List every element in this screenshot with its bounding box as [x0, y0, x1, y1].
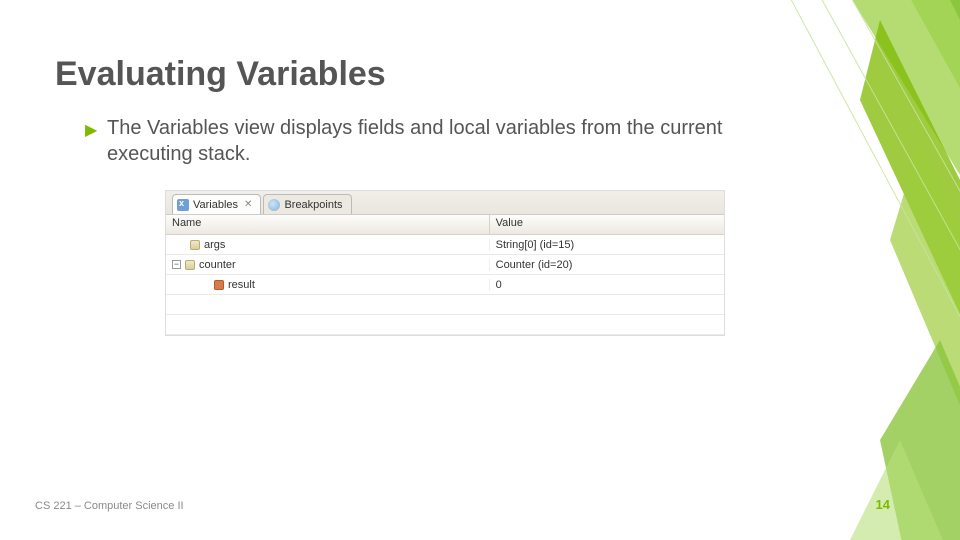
tab-variables[interactable]: Variables ✕	[172, 194, 261, 214]
table-row[interactable]: args String[0] (id=15)	[166, 235, 724, 255]
var-name: result	[228, 279, 255, 291]
var-name: counter	[199, 259, 236, 271]
row-name-cell: − counter	[166, 259, 490, 271]
row-name-cell: args	[166, 239, 490, 251]
bullet-item: ▶ The Variables view displays fields and…	[85, 115, 755, 167]
empty-row	[166, 295, 724, 315]
var-value: Counter (id=20)	[490, 259, 724, 271]
page-title: Evaluating Variables	[55, 55, 386, 94]
page-number: 14	[876, 497, 890, 512]
table-headers: Name Value	[166, 215, 724, 235]
bullet-text: The Variables view displays fields and l…	[107, 115, 755, 167]
breakpoints-icon	[268, 199, 280, 211]
row-name-cell: result	[166, 279, 490, 291]
var-value: String[0] (id=15)	[490, 239, 724, 251]
empty-row	[166, 315, 724, 335]
tab-label: Variables	[193, 199, 238, 211]
var-value: 0	[490, 279, 724, 291]
primitive-icon	[214, 280, 224, 290]
footer-course: CS 221 – Computer Science II	[35, 500, 184, 512]
var-name: args	[204, 239, 225, 251]
tab-breakpoints[interactable]: Breakpoints	[263, 194, 351, 214]
collapse-icon[interactable]: −	[172, 260, 181, 269]
object-icon	[190, 240, 200, 250]
corner-decoration	[700, 0, 960, 540]
table-row[interactable]: − counter Counter (id=20)	[166, 255, 724, 275]
slide: Evaluating Variables ▶ The Variables vie…	[0, 0, 960, 540]
bullet-arrow-icon: ▶	[85, 115, 107, 167]
header-value[interactable]: Value	[490, 215, 724, 234]
table-row[interactable]: result 0	[166, 275, 724, 295]
tab-bar: Variables ✕ Breakpoints	[166, 191, 724, 215]
variables-panel: Variables ✕ Breakpoints Name Value args …	[165, 190, 725, 336]
tab-label: Breakpoints	[284, 199, 342, 211]
header-name[interactable]: Name	[166, 215, 490, 234]
object-icon	[185, 260, 195, 270]
close-icon[interactable]: ✕	[244, 199, 252, 210]
variables-icon	[177, 199, 189, 211]
